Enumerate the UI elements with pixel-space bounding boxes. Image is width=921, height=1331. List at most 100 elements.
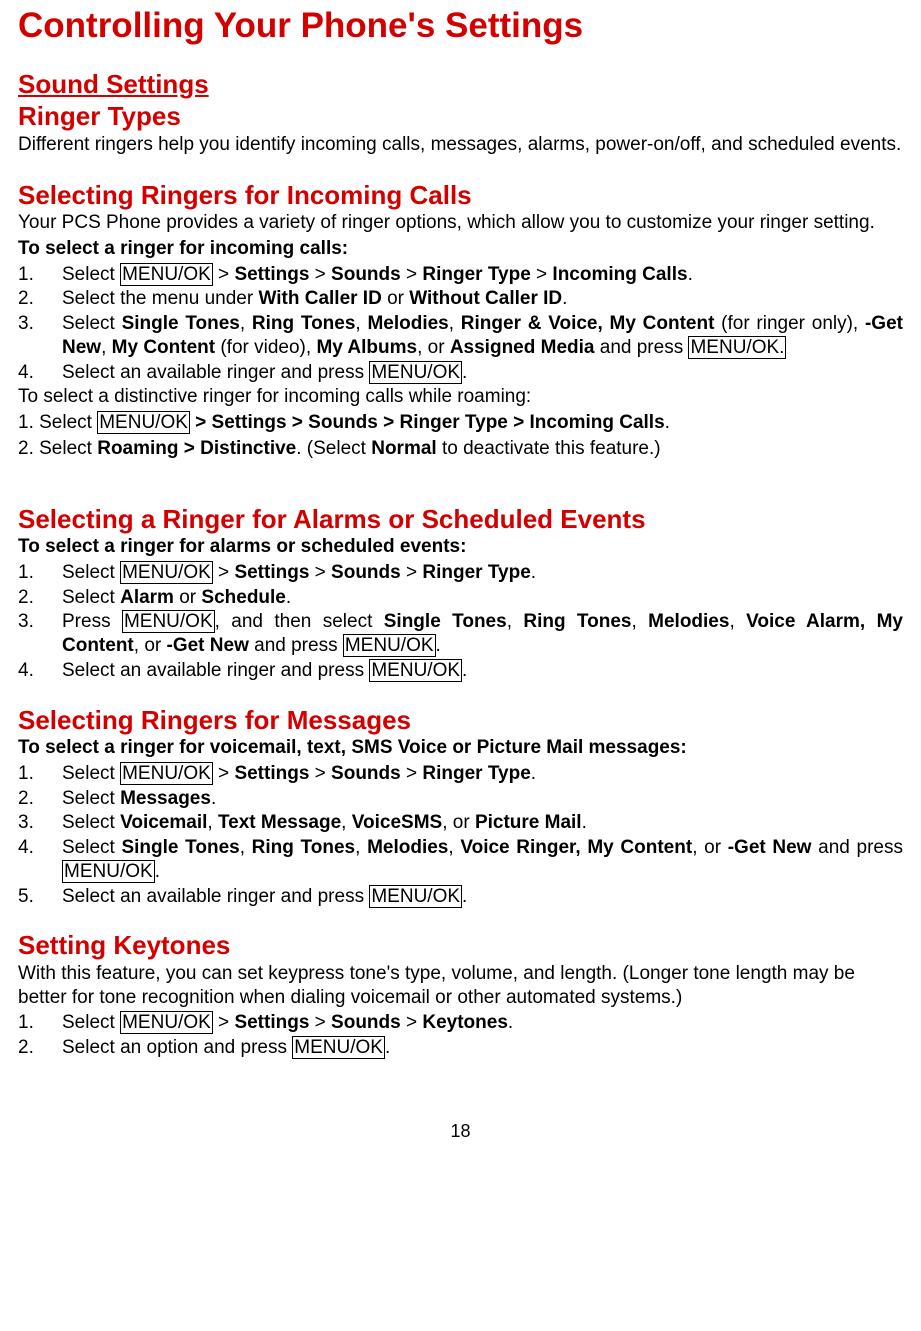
dot: . (582, 812, 587, 833)
incoming-step-4: Select an available ringer and press MEN… (18, 361, 903, 385)
text: and press (249, 635, 343, 656)
keytones-step-2-text: Select an option and press (62, 1037, 292, 1058)
menu-ok-key: MENU/OK (97, 411, 190, 434)
messages-step-2-text: Select (62, 788, 120, 809)
incoming-steps: Select MENU/OK > Settings > Sounds > Rin… (18, 263, 903, 385)
keytones-steps: Select MENU/OK > Settings > Sounds > Key… (18, 1011, 903, 1060)
label-melodies: Melodies (648, 611, 729, 632)
label-ring-tones: Ring Tones (252, 837, 355, 858)
alarms-subhead: To select a ringer for alarms or schedul… (18, 535, 903, 559)
label-keytones: Keytones (422, 1012, 508, 1033)
subsection-title-incoming: Selecting Ringers for Incoming Calls (18, 179, 903, 212)
messages-step-3: Select Voicemail, Text Message, VoiceSMS… (18, 811, 903, 835)
label-roaming-distinctive: Roaming > Distinctive (97, 438, 296, 459)
label-incoming-calls: Incoming Calls (552, 264, 687, 285)
messages-step-4-text: Select (62, 837, 121, 858)
menu-ok-key: MENU/OK (369, 659, 462, 682)
roaming-intro: To select a distinctive ringer for incom… (18, 385, 903, 409)
incoming-step-4-text: Select an available ringer and press (62, 362, 369, 383)
dot: . (462, 362, 467, 383)
messages-step-4: Select Single Tones, Ring Tones, Melodie… (18, 836, 903, 884)
menu-ok-key: MENU/OK (292, 1036, 385, 1059)
messages-steps: Select MENU/OK > Settings > Sounds > Rin… (18, 762, 903, 909)
ringer-types-intro: Different ringers help you identify inco… (18, 133, 903, 157)
label-settings: Settings (234, 264, 309, 285)
menu-ok-key: MENU/OK (120, 762, 213, 785)
text: and press (594, 337, 688, 358)
sep: , (355, 313, 367, 334)
sep: > (531, 264, 553, 285)
dot: . (286, 587, 291, 608)
dot: . (508, 1012, 513, 1033)
sep: > (213, 562, 235, 583)
roaming-step-2: 2. Select Roaming > Distinctive. (Select… (18, 437, 903, 461)
label-voice-ringer-content: Voice Ringer, My Content (460, 837, 692, 858)
dot: . (436, 635, 441, 656)
messages-step-5-text: Select an available ringer and press (62, 886, 369, 907)
sep: , (729, 611, 746, 632)
text: . (Select (296, 438, 371, 459)
roaming-step-2-text: 2. Select (18, 438, 97, 459)
label-assigned-media: Assigned Media (450, 337, 595, 358)
label-my-content: My Content (112, 337, 215, 358)
label-voicesms: VoiceSMS (352, 812, 442, 833)
label-my-albums: My Albums (316, 337, 417, 358)
label-alarm: Alarm (120, 587, 174, 608)
label-text-message: Text Message (218, 812, 341, 833)
alarms-step-4: Select an available ringer and press MEN… (18, 659, 903, 683)
sep: , (101, 337, 112, 358)
keytones-intro: With this feature, you can set keypress … (18, 962, 903, 1010)
sep: , (631, 611, 648, 632)
sep: > (401, 763, 423, 784)
dot: . (531, 562, 536, 583)
text: (for video), (215, 337, 316, 358)
menu-ok-key: MENU/OK (369, 361, 462, 384)
label-settings: Settings (234, 562, 309, 583)
dot: . (562, 288, 567, 309)
page-title: Controlling Your Phone's Settings (18, 4, 903, 48)
dot: . (531, 763, 536, 784)
menu-ok-key: MENU/OK (369, 885, 462, 908)
sep: , or (692, 837, 728, 858)
label-messages: Messages (120, 788, 211, 809)
subsection-title-alarms: Selecting a Ringer for Alarms or Schedul… (18, 503, 903, 536)
sep: or (382, 288, 409, 309)
sep: > (401, 264, 423, 285)
incoming-step-2-text: Select the menu under (62, 288, 258, 309)
label-voicemail: Voicemail (120, 812, 207, 833)
label-get-new: -Get New (728, 837, 812, 858)
menu-ok-key: MENU/OK (343, 634, 436, 657)
label-normal: Normal (371, 438, 436, 459)
label-single-tones: Single Tones (122, 313, 240, 334)
alarms-step-1-text: Select (62, 562, 120, 583)
subsection-title-messages: Selecting Ringers for Messages (18, 704, 903, 737)
sep: > (309, 562, 331, 583)
incoming-step-3: Select Single Tones, Ring Tones, Melodie… (18, 312, 903, 360)
keytones-step-1-text: Select (62, 1012, 120, 1033)
sep: , or (417, 337, 450, 358)
messages-step-3-text: Select (62, 812, 120, 833)
sep: , (207, 812, 218, 833)
sep: > (401, 1012, 423, 1033)
alarms-step-1: Select MENU/OK > Settings > Sounds > Rin… (18, 561, 903, 585)
label-sounds: Sounds (331, 264, 401, 285)
sep: > (309, 763, 331, 784)
label-sounds: Sounds (331, 763, 401, 784)
page-number: 18 (18, 1120, 903, 1143)
dot: . (155, 861, 160, 882)
menu-ok-key: MENU/OK (120, 263, 213, 286)
sep: > (213, 763, 235, 784)
label-ringer-voice-content: Ringer & Voice, My Content (461, 313, 715, 334)
sep: , (355, 837, 367, 858)
messages-step-1: Select MENU/OK > Settings > Sounds > Rin… (18, 762, 903, 786)
label-settings: Settings (234, 1012, 309, 1033)
label-ringer-type: Ringer Type (422, 264, 530, 285)
incoming-step-1-text: Select (62, 264, 120, 285)
sep: > (213, 1012, 235, 1033)
label-ringer-type: Ringer Type (422, 763, 530, 784)
label-picture-mail: Picture Mail (475, 812, 582, 833)
messages-step-1-text: Select (62, 763, 120, 784)
messages-step-2: Select Messages. (18, 787, 903, 811)
menu-ok-key: MENU/OK (120, 1011, 213, 1034)
sep: , or (134, 635, 167, 656)
